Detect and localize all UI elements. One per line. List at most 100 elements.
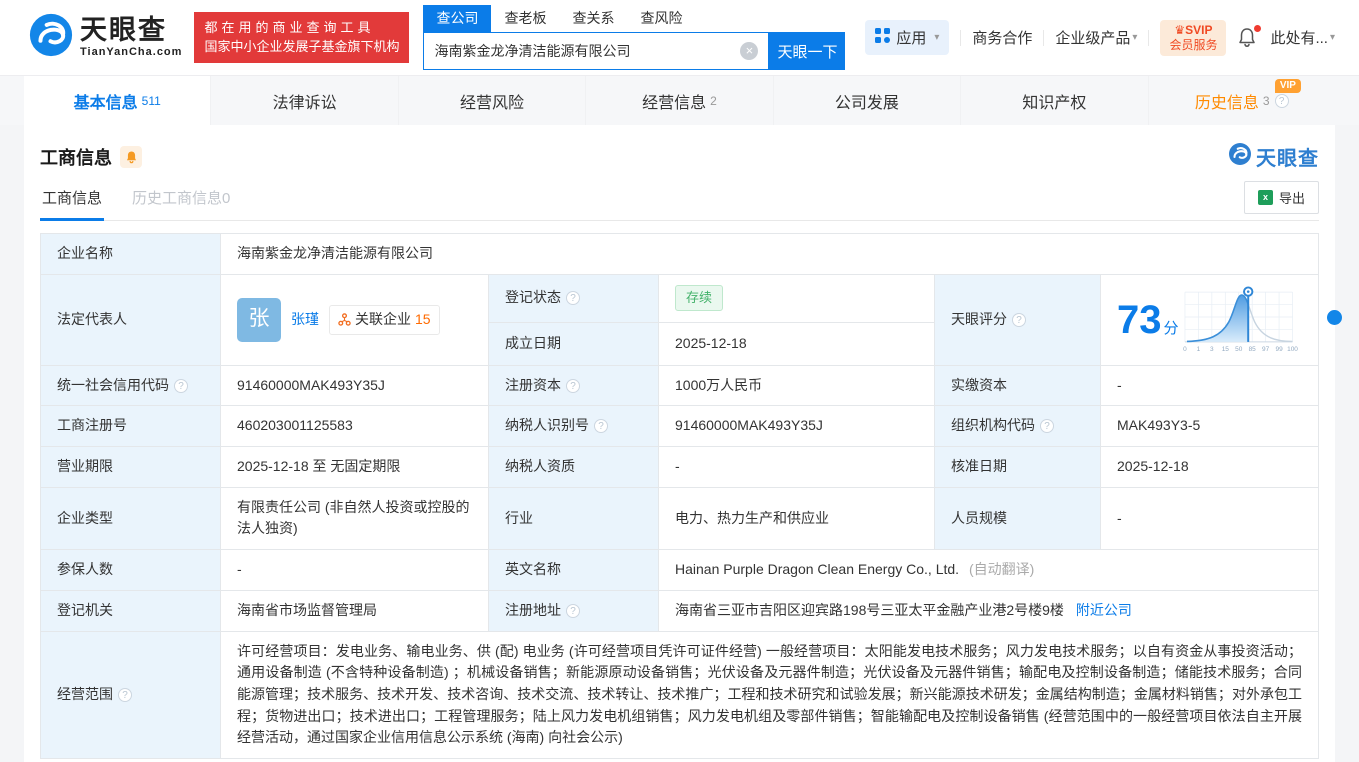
svip-membership-button[interactable]: ♛SVIP 会员服务 xyxy=(1160,20,1226,56)
label-text: 经营范围 xyxy=(57,686,113,702)
registration-authority-value: 海南省市场监督管理局 xyxy=(221,590,489,631)
main-content: 工商信息 天眼查 工商信息 历史工商信息0 x 导出 企业名称 海南紫金龙净清洁… xyxy=(24,125,1335,762)
business-scope-value: 许可经营项目：发电业务、输电业务、供 (配) 电业务 (许可经营项目凭许可证件经… xyxy=(221,631,1319,758)
table-row: 企业类型 有限责任公司 (非自然人投资或控股的法人独资) 行业 电力、热力生产和… xyxy=(41,487,1319,549)
table-row: 参保人数 - 英文名称 Hainan Purple Dragon Clean E… xyxy=(41,550,1319,591)
tianyancha-logo[interactable]: 天眼查 TianYanCha.com xyxy=(28,12,182,63)
related-companies-badge[interactable]: 关联企业 15 xyxy=(329,305,440,335)
tab-label: 基本信息 xyxy=(74,89,138,113)
help-icon[interactable]: ? xyxy=(1012,313,1026,327)
tianyancha-logo-icon xyxy=(28,12,74,63)
watermark-label: 天眼查 xyxy=(1256,142,1319,171)
apps-menu[interactable]: 应用 ▾ xyxy=(865,20,949,55)
subtab-history-business-info[interactable]: 历史工商信息0 xyxy=(130,187,232,220)
score-cell: 73 分 xyxy=(1101,274,1319,365)
notifications-bell-icon[interactable] xyxy=(1237,27,1259,49)
logo-title: 天眼查 xyxy=(80,17,182,44)
vip-badge: VIP xyxy=(1275,79,1301,93)
industry-label: 行业 xyxy=(489,487,659,549)
auto-translate-note: (自动翻译) xyxy=(969,561,1034,577)
svg-text:0: 0 xyxy=(1183,346,1187,353)
excel-icon: x xyxy=(1258,190,1273,205)
nav-more-menu[interactable]: 此处有... ▾ xyxy=(1270,27,1335,48)
help-icon[interactable]: ? xyxy=(566,291,580,305)
tab-history-info[interactable]: VIP 历史信息 3 ? xyxy=(1149,76,1335,125)
business-info-table: 企业名称 海南紫金龙净清洁能源有限公司 法定代表人 张 张瑾 关联企业 15 登… xyxy=(40,233,1319,759)
help-icon[interactable]: ? xyxy=(566,379,580,393)
credit-code-label: 统一社会信用代码? xyxy=(41,365,221,406)
svip-label: SVIP xyxy=(1185,23,1212,37)
label-text: 组织机构代码 xyxy=(951,417,1035,433)
help-icon[interactable]: ? xyxy=(174,379,188,393)
english-name-text: Hainan Purple Dragon Clean Energy Co., L… xyxy=(675,561,959,577)
tab-operation-info[interactable]: 经营信息 2 xyxy=(586,76,773,125)
help-icon[interactable]: ? xyxy=(1040,419,1054,433)
apps-label: 应用 xyxy=(896,27,926,48)
top-header: 天眼查 TianYanCha.com 都在用的商业查询工具 国家中小企业发展子基… xyxy=(0,0,1359,76)
staff-size-label: 人员规模 xyxy=(935,487,1101,549)
label-text: 统一社会信用代码 xyxy=(57,377,169,393)
nav-cooperation[interactable]: 商务合作 xyxy=(972,27,1032,48)
nav-enterprise-label: 企业级产品 xyxy=(1055,27,1130,48)
score-distribution-chart: 0 1 3 15 50 85 97 99 100 xyxy=(1179,284,1300,356)
reg-status-label: 登记状态? xyxy=(489,274,659,322)
svg-text:97: 97 xyxy=(1262,346,1270,353)
legal-rep-label: 法定代表人 xyxy=(41,274,221,365)
monitor-bell-icon[interactable] xyxy=(120,146,142,168)
search-tab-relation[interactable]: 查关系 xyxy=(559,5,627,32)
paid-in-capital-value: - xyxy=(1101,365,1319,406)
help-icon[interactable]: ? xyxy=(118,688,132,702)
taxpayer-qualification-label: 纳税人资质 xyxy=(489,447,659,488)
tab-count: 511 xyxy=(142,94,161,108)
registered-address-value: 海南省三亚市吉阳区迎宾路198号三亚太平金融产业港2号楼9楼 附近公司 xyxy=(659,590,1319,631)
table-row: 统一社会信用代码? 91460000MAK493Y35J 注册资本? 1000万… xyxy=(41,365,1319,406)
subtab-business-info[interactable]: 工商信息 xyxy=(40,187,104,220)
nav-enterprise-products[interactable]: 企业级产品 ▾ xyxy=(1055,27,1137,48)
tab-label: 法律诉讼 xyxy=(273,89,337,113)
company-tab-strip: 基本信息 511 法律诉讼 经营风险 经营信息 2 公司发展 知识产权 VIP … xyxy=(0,76,1359,125)
floating-widget[interactable] xyxy=(1327,310,1342,325)
tab-basic-info[interactable]: 基本信息 511 xyxy=(24,76,211,125)
nearby-companies-link[interactable]: 附近公司 xyxy=(1076,602,1132,618)
export-button[interactable]: x 导出 xyxy=(1244,181,1319,214)
legal-rep-name-link[interactable]: 张瑾 xyxy=(291,309,319,331)
registered-capital-value: 1000万人民币 xyxy=(659,365,935,406)
help-icon[interactable]: ? xyxy=(1275,94,1289,108)
divider xyxy=(1043,30,1044,46)
score-value: 73 xyxy=(1117,300,1162,340)
table-row: 登记机关 海南省市场监督管理局 注册地址? 海南省三亚市吉阳区迎宾路198号三亚… xyxy=(41,590,1319,631)
reg-status-cell: 存续 xyxy=(659,274,935,322)
search-button[interactable]: 天眼一下 xyxy=(769,32,845,70)
svg-text:3: 3 xyxy=(1210,346,1214,353)
related-companies-label: 关联企业 xyxy=(355,309,411,331)
tab-count: 3 xyxy=(1263,94,1270,108)
tab-legal-proceedings[interactable]: 法律诉讼 xyxy=(211,76,398,125)
help-icon[interactable]: ? xyxy=(594,419,608,433)
clear-search-icon[interactable]: × xyxy=(740,42,758,60)
company-name-label: 企业名称 xyxy=(41,234,221,275)
search-box: × xyxy=(423,32,769,70)
search-tab-boss[interactable]: 查老板 xyxy=(491,5,559,32)
avatar[interactable]: 张 xyxy=(237,298,281,342)
credit-code-value: 91460000MAK493Y35J xyxy=(221,365,489,406)
status-badge: 存续 xyxy=(675,285,723,311)
logo-domain: TianYanCha.com xyxy=(80,47,182,58)
company-type-value: 有限责任公司 (非自然人投资或控股的法人独资) xyxy=(221,487,489,549)
notification-dot xyxy=(1254,25,1261,32)
tab-count: 2 xyxy=(710,94,717,108)
help-icon[interactable]: ? xyxy=(566,604,580,618)
related-companies-count: 15 xyxy=(415,309,431,331)
tab-label: 公司发展 xyxy=(835,89,899,113)
registered-address-label: 注册地址? xyxy=(489,590,659,631)
tab-company-development[interactable]: 公司发展 xyxy=(774,76,961,125)
taxpayer-qualification-value: - xyxy=(659,447,935,488)
search-tab-company[interactable]: 查公司 xyxy=(423,5,491,32)
section-title: 工商信息 xyxy=(40,144,112,170)
tab-intellectual-property[interactable]: 知识产权 xyxy=(961,76,1148,125)
tab-operation-risk[interactable]: 经营风险 xyxy=(399,76,586,125)
label-text: 注册地址 xyxy=(505,602,561,618)
score-label-text: 天眼评分 xyxy=(951,311,1007,327)
search-input[interactable] xyxy=(424,43,740,59)
search-tab-risk[interactable]: 查风险 xyxy=(627,5,695,32)
subtab-row: 工商信息 历史工商信息0 x 导出 xyxy=(40,181,1319,221)
